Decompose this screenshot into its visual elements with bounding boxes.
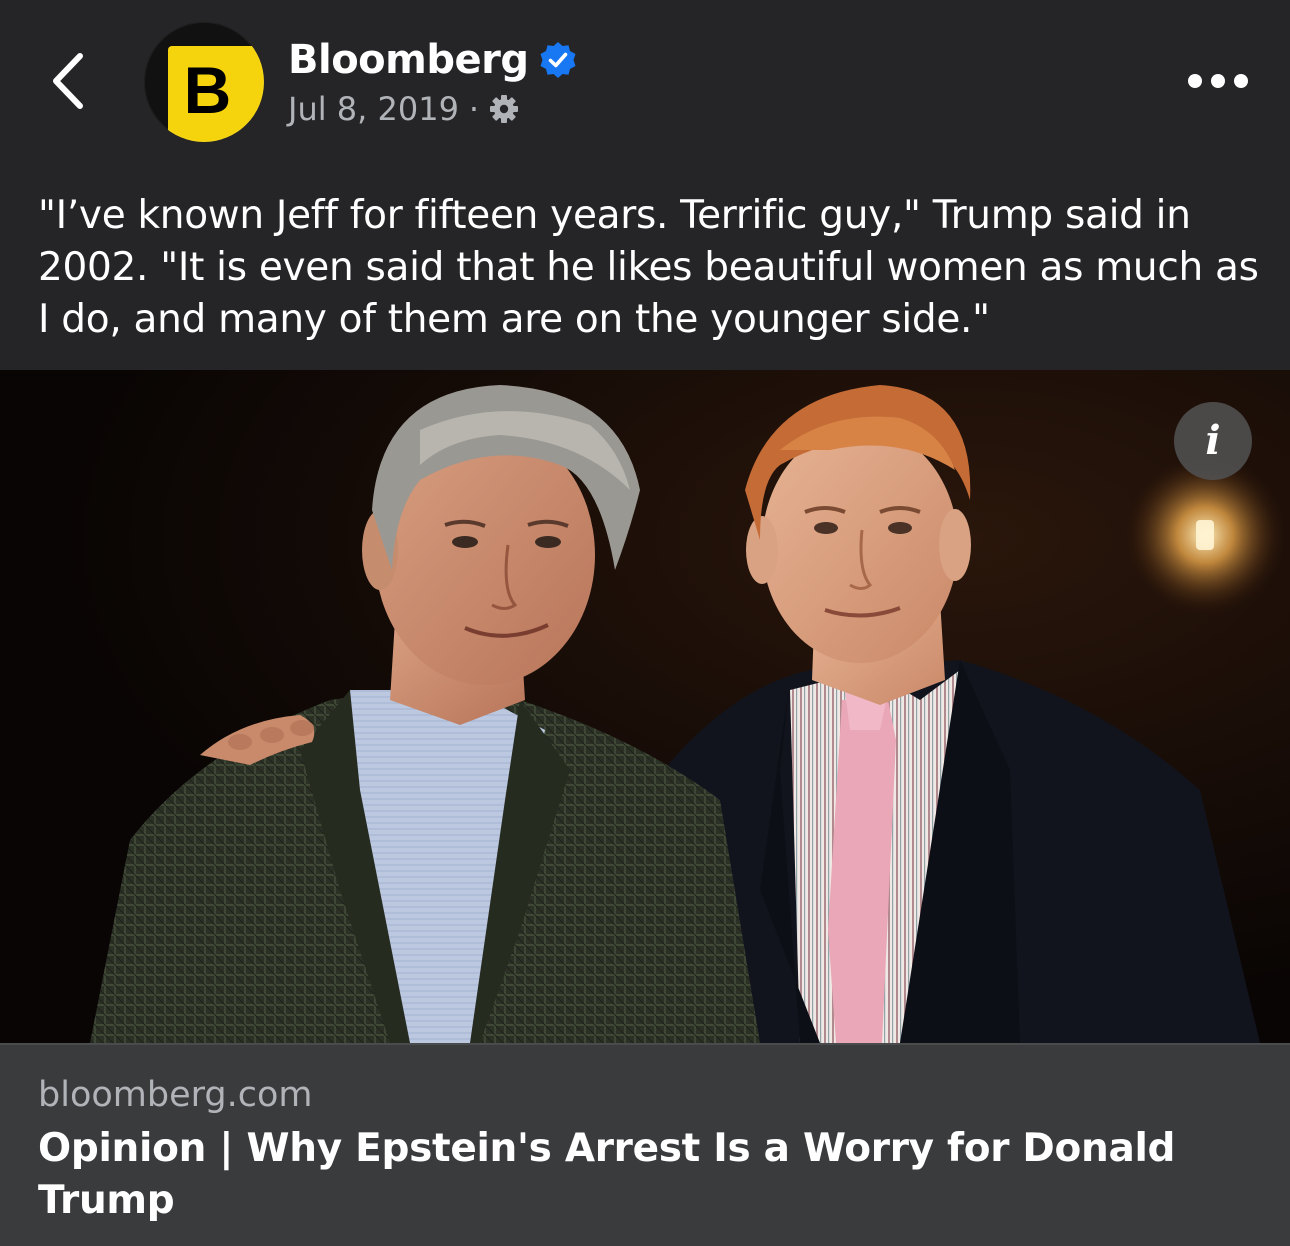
page-name-row: Bloomberg	[288, 32, 578, 88]
photo-illustration	[0, 370, 1290, 1043]
verified-badge-icon	[540, 42, 576, 78]
more-options-icon[interactable]	[1186, 62, 1250, 100]
page-avatar[interactable]: B	[144, 22, 264, 142]
info-icon: i	[1205, 417, 1221, 464]
page-name[interactable]: Bloomberg	[288, 37, 529, 83]
back-button[interactable]	[38, 42, 98, 120]
gear-icon[interactable]	[489, 94, 519, 124]
post-photo[interactable]	[0, 370, 1290, 1043]
link-domain: bloomberg.com	[38, 1075, 313, 1115]
post-date[interactable]: Jul 8, 2019	[288, 90, 459, 128]
post-header: B Bloomberg Jul 8, 2019 ·	[0, 0, 1290, 160]
meta-separator: ·	[468, 90, 480, 128]
post-caption: "I’ve known Jeff for fifteen years. Terr…	[38, 193, 1259, 342]
link-title: Opinion | Why Epstein's Arrest Is a Worr…	[38, 1126, 1176, 1223]
post-meta: Jul 8, 2019 ·	[288, 88, 519, 130]
link-preview-card[interactable]: bloomberg.com Opinion | Why Epstein's Ar…	[0, 1043, 1290, 1246]
chevron-left-icon	[53, 53, 83, 109]
info-button[interactable]: i	[1174, 402, 1252, 480]
